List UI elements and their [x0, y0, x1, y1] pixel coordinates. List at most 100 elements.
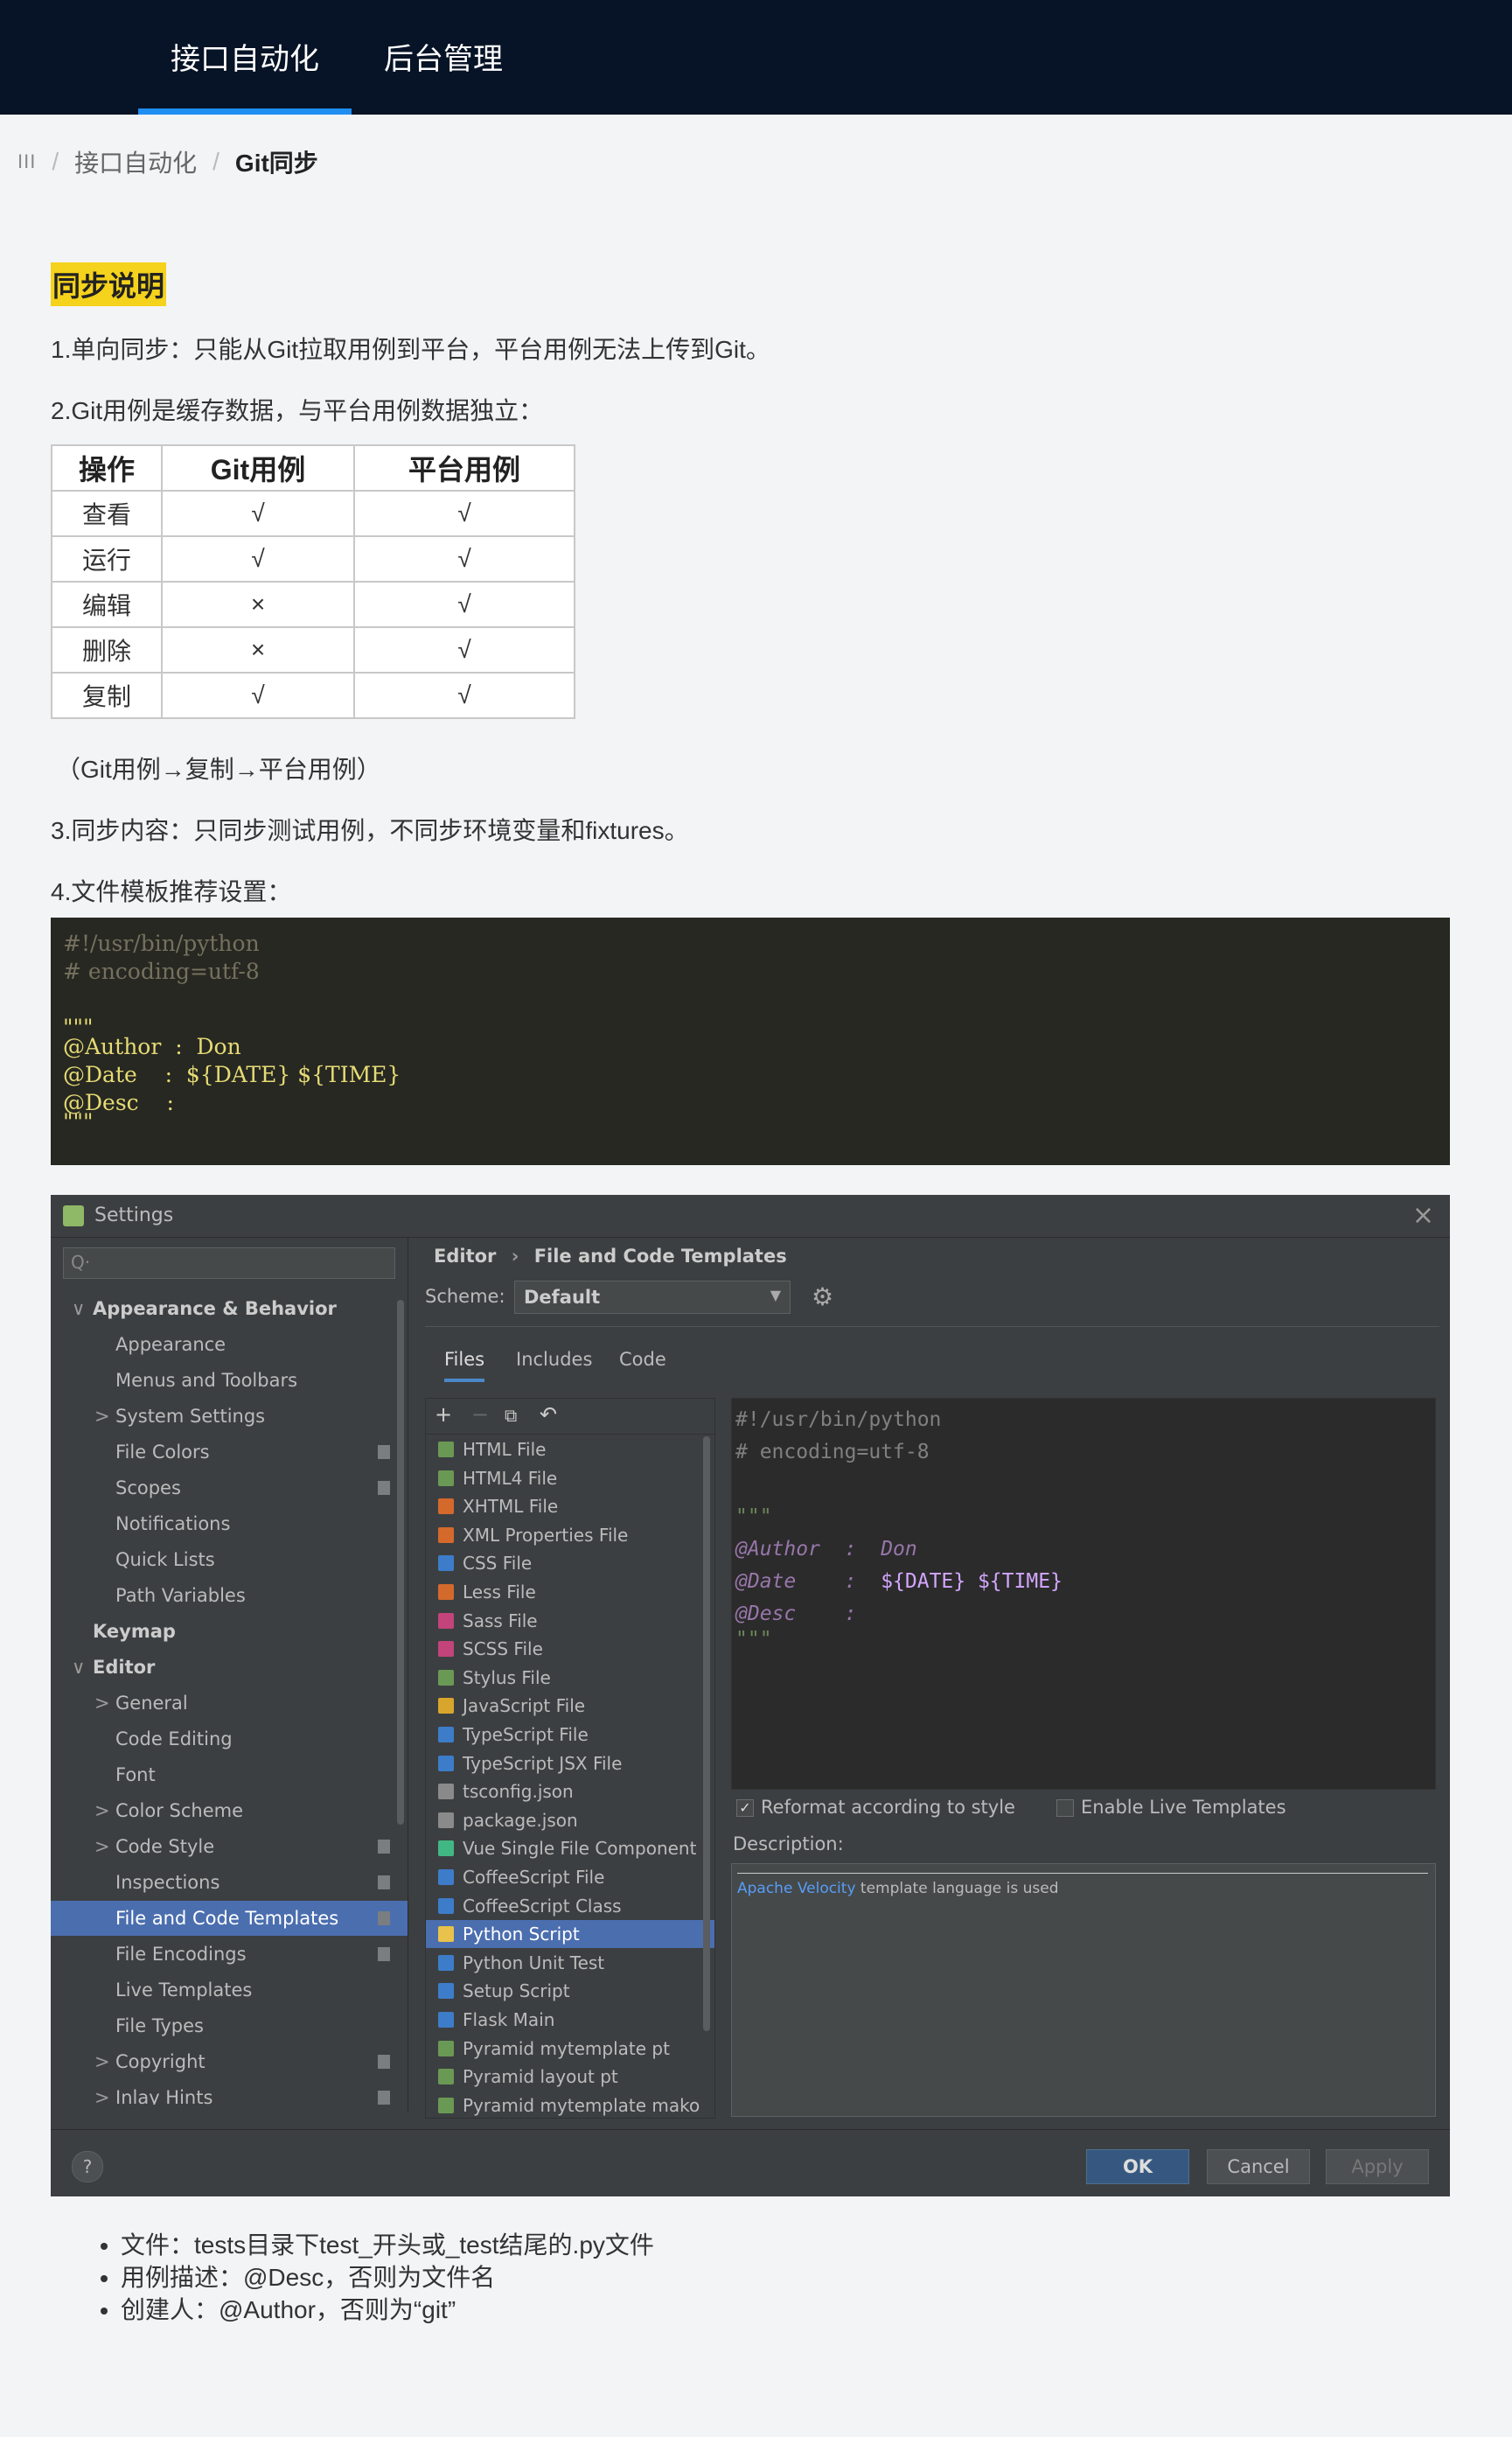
file-type-icon: [438, 1812, 454, 1828]
template-list-item[interactable]: Pyramid mytemplate mako: [426, 2091, 714, 2118]
tree-item[interactable]: Live Templates: [51, 1973, 408, 2008]
file-type-icon: [438, 1698, 454, 1714]
tree-item[interactable]: Keymap: [51, 1614, 408, 1649]
menu-icon[interactable]: III: [17, 150, 36, 173]
gear-icon[interactable]: ⚙: [812, 1282, 833, 1311]
tree-scrollbar[interactable]: [397, 1300, 404, 1825]
file-type-icon: [438, 2012, 454, 2028]
tree-item[interactable]: > Code Style: [51, 1829, 408, 1864]
tree-item-label: Quick Lists: [115, 1549, 215, 1570]
tree-item[interactable]: ∨ Appearance & Behavior: [51, 1291, 408, 1326]
scheme-select[interactable]: Default ▼: [514, 1281, 791, 1314]
close-icon[interactable]: ×: [1412, 1200, 1434, 1231]
template-list-item[interactable]: Sass File: [426, 1607, 714, 1635]
tab-code[interactable]: Code: [619, 1349, 666, 1370]
template-list-item[interactable]: XML Properties File: [426, 1521, 714, 1549]
list-scrollbar[interactable]: [703, 1436, 710, 2031]
template-list-item[interactable]: Pyramid layout pt: [426, 2063, 714, 2091]
velocity-link[interactable]: Apache Velocity: [737, 1880, 856, 1897]
template-list-item[interactable]: Python Unit Test: [426, 1949, 714, 1977]
template-list-item[interactable]: Less File: [426, 1578, 714, 1606]
reformat-checkbox[interactable]: ✓ Reformat according to style: [736, 1797, 1015, 1818]
project-level-icon: [378, 1947, 390, 1961]
chevron-right-icon[interactable]: >: [94, 1399, 110, 1434]
template-list-item[interactable]: TypeScript JSX File: [426, 1749, 714, 1777]
tree-item[interactable]: > Color Scheme: [51, 1793, 408, 1828]
chevron-down-icon[interactable]: ∨: [72, 1650, 85, 1685]
cancel-button[interactable]: Cancel: [1207, 2149, 1310, 2184]
paragraph-cache-data: 2.Git用例是缓存数据，与平台用例数据独立：: [51, 397, 544, 424]
tree-item[interactable]: Quick Lists: [51, 1542, 408, 1577]
template-list-item[interactable]: JavaScript File: [426, 1692, 714, 1720]
template-list-item[interactable]: package.json: [426, 1806, 714, 1834]
tree-item[interactable]: File Types: [51, 2008, 408, 2043]
nav-tab-admin[interactable]: 后台管理: [376, 0, 511, 115]
tree-item[interactable]: > System Settings: [51, 1399, 408, 1434]
tree-item-label: Menus and Toolbars: [115, 1370, 298, 1391]
tree-item[interactable]: File and Code Templates: [51, 1901, 408, 1936]
template-list-item[interactable]: Stylus File: [426, 1664, 714, 1692]
template-list-item[interactable]: HTML File: [426, 1435, 714, 1463]
tab-includes[interactable]: Includes: [516, 1349, 592, 1370]
template-list-item[interactable]: CSS File: [426, 1549, 714, 1577]
template-list-item[interactable]: SCSS File: [426, 1635, 714, 1663]
tree-item[interactable]: > General: [51, 1686, 408, 1721]
tab-files[interactable]: Files: [444, 1349, 485, 1382]
remove-icon[interactable]: −: [471, 1402, 489, 1427]
checkbox-unchecked-icon: [1056, 1799, 1074, 1817]
date-key: @Date: [735, 1570, 797, 1593]
tree-item[interactable]: > Inlay Hints: [51, 2080, 408, 2105]
table-cell: √: [353, 581, 575, 628]
tree-item[interactable]: Scopes: [51, 1470, 408, 1505]
template-name: Pyramid layout pt: [463, 2066, 618, 2088]
chevron-down-icon: ▼: [770, 1287, 781, 1303]
file-type-icon: [438, 1470, 454, 1486]
tree-item[interactable]: Menus and Toolbars: [51, 1363, 408, 1398]
tree-item[interactable]: File Colors: [51, 1435, 408, 1470]
chevron-right-icon[interactable]: >: [94, 1686, 110, 1721]
code-block: #!/usr/bin/python # encoding=utf-8 """ @…: [51, 918, 1450, 1165]
breadcrumb-item-api-automation[interactable]: 接口自动化: [74, 144, 197, 179]
tree-item[interactable]: Font: [51, 1757, 408, 1792]
tree-item[interactable]: Inspections: [51, 1865, 408, 1900]
template-list-item[interactable]: tsconfig.json: [426, 1777, 714, 1805]
breadcrumb-editor[interactable]: Editor: [434, 1246, 496, 1267]
chevron-right-icon[interactable]: >: [94, 2080, 110, 2105]
template-list-item[interactable]: Flask Main: [426, 2006, 714, 2034]
chevron-right-icon[interactable]: >: [94, 1829, 110, 1864]
nav-tab-api-automation[interactable]: 接口自动化: [138, 0, 352, 115]
template-list-item[interactable]: Setup Script: [426, 1977, 714, 2005]
dialog-title: Settings: [94, 1205, 174, 1226]
tree-item[interactable]: Path Variables: [51, 1578, 408, 1613]
tree-item[interactable]: ∨ Editor: [51, 1650, 408, 1685]
tree-item[interactable]: Code Editing: [51, 1721, 408, 1756]
chevron-right-icon[interactable]: >: [94, 1793, 110, 1828]
template-list-item[interactable]: Pyramid mytemplate pt: [426, 2035, 714, 2063]
apply-button[interactable]: Apply: [1326, 2149, 1429, 2184]
template-list-item[interactable]: HTML4 File: [426, 1464, 714, 1492]
tree-item[interactable]: > Copyright: [51, 2044, 408, 2079]
live-templates-checkbox[interactable]: Enable Live Templates: [1056, 1797, 1286, 1818]
template-list-item[interactable]: XHTML File: [426, 1492, 714, 1520]
settings-search-input[interactable]: Q·: [63, 1247, 395, 1279]
date-value: ${DATE} ${TIME}: [881, 1570, 1063, 1593]
table-cell: ×: [161, 581, 355, 628]
help-icon[interactable]: ?: [72, 2151, 103, 2182]
tree-item[interactable]: Notifications: [51, 1506, 408, 1541]
table-header-row: 操作 Git用例 平台用例: [51, 444, 575, 492]
template-list-item[interactable]: CoffeeScript Class: [426, 1892, 714, 1920]
file-type-icon: [438, 1755, 454, 1771]
template-editor[interactable]: #!/usr/bin/python # encoding=utf-8 """ @…: [731, 1398, 1436, 1790]
reset-icon[interactable]: ↶: [540, 1402, 557, 1427]
template-list-item[interactable]: Vue Single File Component: [426, 1834, 714, 1862]
template-list-item[interactable]: Python Script: [426, 1920, 714, 1949]
add-icon[interactable]: +: [435, 1402, 452, 1427]
chevron-right-icon[interactable]: >: [94, 2044, 110, 2079]
template-list-item[interactable]: CoffeeScript File: [426, 1863, 714, 1891]
tree-item[interactable]: Appearance: [51, 1327, 408, 1362]
chevron-down-icon[interactable]: ∨: [72, 1291, 85, 1326]
ok-button[interactable]: OK: [1086, 2149, 1189, 2184]
copy-icon[interactable]: ⧉: [505, 1405, 517, 1426]
tree-item[interactable]: File Encodings: [51, 1937, 408, 1972]
template-list-item[interactable]: TypeScript File: [426, 1721, 714, 1749]
